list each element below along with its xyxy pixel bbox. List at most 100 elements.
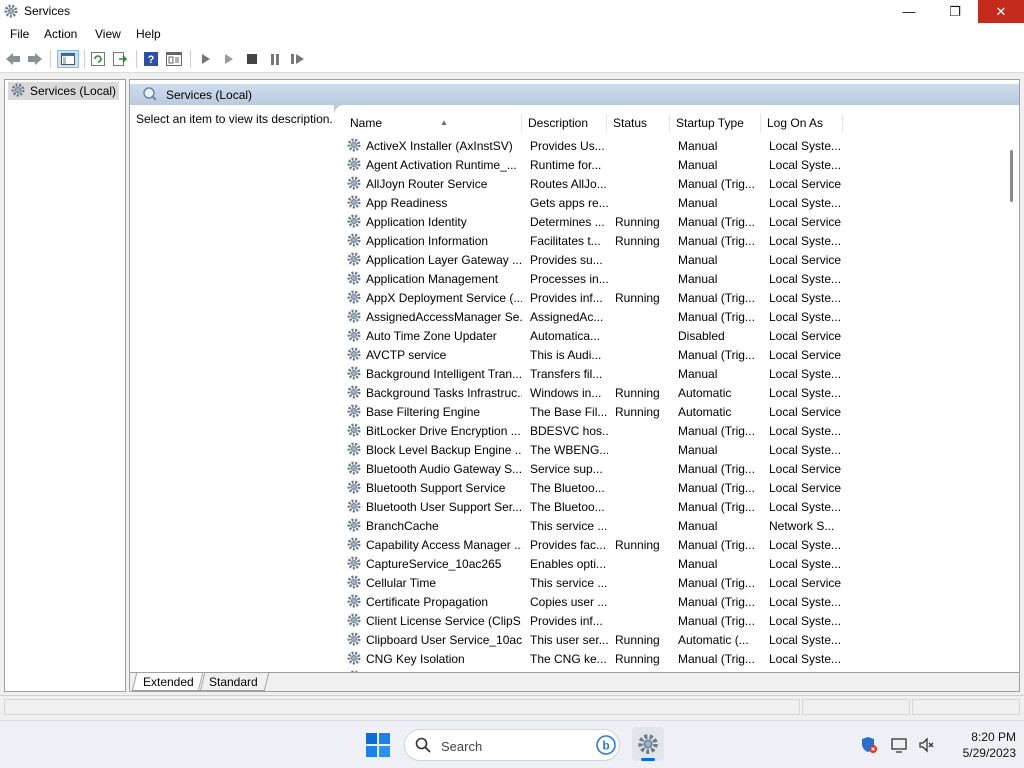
scrollbar-thumb[interactable] [1010, 150, 1013, 202]
service-row[interactable]: Base Filtering Engine The Base Fil... Runn… [344, 402, 844, 421]
export-list-icon[interactable] [111, 50, 129, 68]
forward-arrow-icon[interactable] [26, 50, 44, 68]
service-log-on-as: Local Syste... [769, 367, 842, 381]
vertical-scrollbar[interactable] [1005, 105, 1019, 672]
service-row[interactable]: ActiveX Installer (AxInstSV) Provides Us.… [344, 136, 844, 155]
tab-extended[interactable]: Extended [131, 673, 205, 691]
service-row[interactable]: Agent Activation Runtime_... Runtime for.… [344, 155, 844, 174]
service-log-on-as: Local Service [769, 253, 842, 267]
maximize-button[interactable]: ❐ [932, 0, 978, 23]
service-row[interactable]: Application Identity Determines ... Runnin… [344, 212, 844, 231]
service-description: This is Audi... [530, 348, 602, 362]
help-icon[interactable]: ? [142, 50, 160, 68]
service-startup-type: Manual (Trig... [678, 500, 755, 514]
service-row[interactable]: Client License Service (ClipS... Provides… [344, 611, 844, 630]
taskbar-search-box[interactable]: Search b [404, 729, 620, 761]
toolbar-separator [50, 50, 51, 68]
security-shield-icon[interactable] [860, 736, 878, 757]
console-tree: Services (Local) [4, 79, 126, 692]
column-header-description[interactable]: Description [522, 114, 607, 132]
menu-help[interactable]: Help [136, 27, 161, 41]
column-header-name[interactable]: ▲ Name [344, 114, 522, 132]
service-row[interactable]: Capability Access Manager ... Provides fa… [344, 535, 844, 554]
toolbar-separator [190, 50, 191, 68]
service-description: Gets apps re... [530, 196, 608, 210]
service-startup-type: Manual (Trig... [678, 177, 755, 191]
service-row[interactable]: Application Layer Gateway ... Provides su… [344, 250, 844, 269]
taskbar-app-services[interactable] [632, 727, 664, 761]
service-startup-type: Manual (Trig... [678, 481, 755, 495]
back-arrow-icon[interactable] [4, 50, 22, 68]
service-row[interactable]: CNG Key Isolation The CNG ke... Running Man… [344, 649, 844, 668]
service-row[interactable]: BranchCache This service ... Manual Network… [344, 516, 844, 535]
service-row[interactable]: Background Tasks Infrastruc... Windows in… [344, 383, 844, 402]
minimize-button[interactable]: — [886, 0, 932, 23]
service-description: Copies user ... [530, 595, 608, 609]
refresh-icon[interactable] [89, 50, 107, 68]
service-row[interactable]: AppX Deployment Service (... Provides inf… [344, 288, 844, 307]
service-row[interactable]: AVCTP service This is Audi... Manual (Trig… [344, 345, 844, 364]
service-name: AssignedAccessManager Se... [366, 310, 522, 324]
service-startup-type: Manual (Trig... [678, 234, 755, 248]
start-service-alt-icon[interactable] [220, 50, 238, 68]
service-row[interactable]: Cellular Time This service ... Manual (Tri… [344, 573, 844, 592]
service-row[interactable]: Application Management Processes in... Man… [344, 269, 844, 288]
clock[interactable]: 8:20 PM 5/29/2023 [940, 729, 1016, 761]
service-gear-icon [346, 327, 362, 346]
restart-service-icon[interactable] [289, 50, 307, 68]
bing-chat-icon[interactable]: b [596, 735, 616, 758]
service-row[interactable]: Application Information Facilitates t... R… [344, 231, 844, 250]
service-log-on-as: Local Service [769, 405, 842, 419]
service-status: Running [615, 405, 660, 419]
toolbar-separator [84, 50, 85, 68]
service-startup-type: Automatic (... [678, 633, 749, 647]
show-hide-console-tree-icon[interactable] [57, 50, 79, 68]
service-row[interactable]: AllJoyn Router Service Routes AllJo... Man… [344, 174, 844, 193]
service-row[interactable]: Clipboard User Service_10ac... This user … [344, 630, 844, 649]
service-log-on-as: Local Syste... [769, 443, 842, 457]
service-row[interactable]: Bluetooth User Support Ser... The Bluetoo… [344, 497, 844, 516]
column-header-status[interactable]: Status [607, 114, 670, 132]
service-gear-icon [346, 517, 362, 536]
column-header-startup-type[interactable]: Startup Type [670, 114, 761, 132]
tab-label: Standard [209, 675, 258, 689]
service-name: Client License Service (ClipS... [366, 614, 522, 628]
menu-view[interactable]: View [95, 27, 121, 41]
service-row[interactable]: Bluetooth Support Service The Bluetoo... M… [344, 478, 844, 497]
column-header-label: Log On As [767, 116, 824, 130]
service-row[interactable]: Bluetooth Audio Gateway S... Service sup.… [344, 459, 844, 478]
service-row[interactable]: AssignedAccessManager Se... AssignedAc...… [344, 307, 844, 326]
stop-service-icon[interactable] [243, 50, 261, 68]
properties-icon[interactable] [165, 50, 183, 68]
tab-standard[interactable]: Standard [197, 673, 269, 691]
clock-date: 5/29/2023 [962, 746, 1016, 760]
service-row[interactable]: App Readiness Gets apps re... Manual Local … [344, 193, 844, 212]
service-startup-type: Manual [678, 196, 718, 210]
window-title: Services [24, 4, 71, 18]
start-service-icon[interactable] [197, 50, 215, 68]
service-log-on-as: Local Syste... [769, 234, 842, 248]
service-gear-icon [346, 384, 362, 403]
close-button[interactable]: ✕ [978, 0, 1024, 23]
menu-file[interactable]: File [10, 27, 29, 41]
windows-start-icon[interactable] [366, 733, 390, 760]
service-row[interactable]: Certificate Propagation Copies user ... Ma… [344, 592, 844, 611]
service-startup-type: Manual (Trig... [678, 614, 755, 628]
column-header-log-on-as[interactable]: Log On As [761, 114, 843, 132]
service-name: ActiveX Installer (AxInstSV) [366, 139, 513, 153]
tree-node-services-local[interactable]: Services (Local) [8, 82, 120, 100]
menu-action[interactable]: Action [44, 27, 77, 41]
service-row[interactable]: CaptureService_10ac265 Enables opti... Man… [344, 554, 844, 573]
service-startup-type: Manual [678, 158, 718, 172]
menu-bar: File Action View Help [0, 23, 1024, 45]
network-icon[interactable] [890, 736, 908, 757]
service-row[interactable]: BitLocker Drive Encryption ... BDESVC hos… [344, 421, 844, 440]
pause-service-icon[interactable] [266, 50, 284, 68]
service-description: BDESVC hos... [530, 424, 608, 438]
search-icon [142, 86, 158, 105]
service-row[interactable]: Auto Time Zone Updater Automatica... Disab… [344, 326, 844, 345]
service-row[interactable]: Background Intelligent Tran... Transfers … [344, 364, 844, 383]
volume-muted-icon[interactable] [918, 736, 936, 757]
service-row[interactable]: Block Level Backup Engine ... The WBENG..… [344, 440, 844, 459]
service-description: Routes AllJo... [530, 177, 607, 191]
